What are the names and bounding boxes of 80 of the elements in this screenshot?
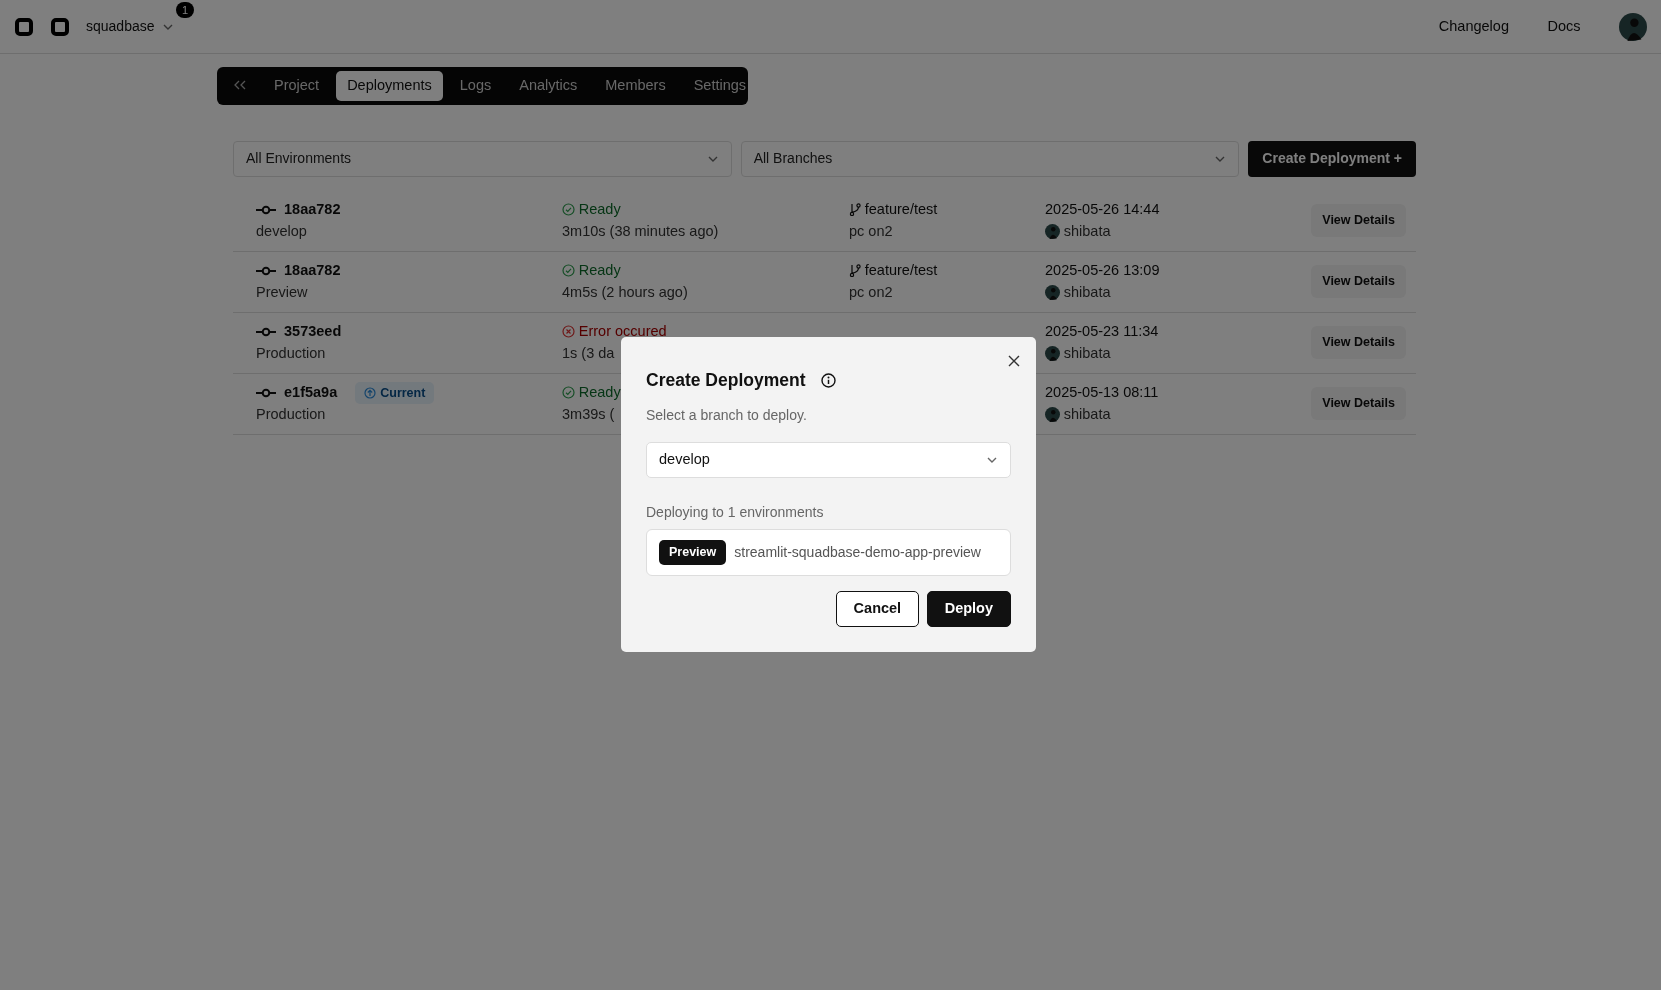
branch-select[interactable]: All Branches (740, 140, 1240, 177)
author-avatar (1045, 224, 1060, 240)
check-circle-icon (562, 386, 575, 400)
nav-link[interactable]: Docs (1547, 15, 1581, 38)
commit-hash: e1f5a9a (284, 383, 338, 402)
duration-text: 4m5s (2 hours ago) (562, 282, 688, 302)
commit-icon (256, 204, 276, 215)
app-name: streamlit-squadbase-demo-app-preview (734, 543, 981, 563)
duration-text: 3m39s ( (562, 404, 615, 424)
create-deployment-button[interactable]: Create Deployment + (1248, 140, 1416, 177)
targets-label: Deploying to 1 environments (646, 503, 825, 523)
author-avatar (1045, 346, 1060, 362)
author-name: shibata (1063, 282, 1111, 302)
branch-icon (849, 264, 861, 278)
deploy-button[interactable]: Deploy (926, 591, 1011, 628)
commit-icon (256, 326, 276, 337)
commit-message: pc on2 (849, 282, 894, 302)
branch-icon (849, 203, 861, 217)
chevron-down-icon (706, 154, 719, 163)
duration-text: 3m10s (38 minutes ago) (562, 221, 719, 241)
cancel-button[interactable]: Cancel (835, 591, 920, 628)
status-label: Ready (578, 383, 621, 402)
view-details-button[interactable]: View Details (1311, 326, 1406, 360)
current-badge: Current (355, 381, 435, 405)
environment-select[interactable]: All Environments (233, 140, 732, 177)
status-label: Error occured (578, 322, 667, 341)
modal-subtitle: Select a branch to deploy. (646, 406, 808, 426)
deployment-date: 2025-05-26 14:44 (1045, 200, 1161, 219)
info-icon (820, 372, 836, 388)
chevron-down-icon (1214, 154, 1227, 163)
chevron-down-icon[interactable] (162, 22, 174, 31)
status-label: Ready (578, 261, 621, 280)
author-name: shibata (1063, 404, 1111, 424)
author-avatar (1045, 407, 1060, 423)
logo-icon (50, 16, 70, 37)
environment-name: Preview (256, 282, 309, 302)
workspace-name[interactable]: squadbase (86, 16, 155, 37)
author-name: shibata (1063, 343, 1111, 363)
environment-name: Production (256, 343, 327, 363)
commit-hash: 18aa782 (284, 261, 341, 280)
environment-name: Production (256, 405, 327, 425)
environment-name: develop (256, 221, 308, 241)
commit-icon (256, 387, 276, 398)
check-circle-icon (562, 264, 575, 278)
tab[interactable]: Project (263, 71, 331, 101)
tab[interactable]: Settings (682, 71, 758, 101)
author-avatar (1045, 285, 1060, 301)
arrow-up-circle-icon (364, 386, 377, 399)
branch-name: feature/test (864, 261, 938, 280)
user-avatar (1619, 12, 1647, 41)
logo-icon[interactable] (14, 16, 34, 37)
branch-select[interactable]: develop (646, 442, 1011, 479)
deployment-date: 2025-05-23 11:34 (1045, 322, 1160, 341)
modal-title: Create Deployment (646, 369, 806, 392)
commit-hash: 18aa782 (284, 200, 341, 219)
duration-text: 1s (3 da (562, 343, 615, 363)
view-details-button[interactable]: View Details (1311, 204, 1406, 238)
check-circle-icon (562, 203, 575, 217)
deployment-date: 2025-05-13 08:11 (1045, 383, 1160, 402)
notification-count: 1 (175, 2, 194, 18)
commit-message: pc on2 (849, 221, 894, 241)
author-name: shibata (1063, 221, 1111, 241)
tab[interactable]: Members (594, 71, 677, 101)
view-details-button[interactable]: View Details (1311, 387, 1406, 421)
error-icon (562, 325, 575, 339)
close-button[interactable] (1006, 353, 1022, 369)
status-label: Ready (578, 200, 621, 219)
branch-name: feature/test (864, 200, 938, 219)
double-chevron-left-icon (234, 80, 246, 90)
commit-hash: 3573eed (284, 322, 342, 341)
tab[interactable]: Analytics (508, 71, 589, 101)
tab[interactable]: Logs (448, 71, 503, 101)
deployment-date: 2025-05-26 13:09 (1045, 261, 1161, 280)
chevron-down-icon (986, 456, 998, 465)
close-icon (1008, 355, 1020, 367)
tab[interactable]: Deployments (336, 71, 443, 101)
environment-badge: Preview (659, 540, 727, 566)
view-details-button[interactable]: View Details (1311, 265, 1406, 299)
commit-icon (256, 265, 276, 276)
nav-link[interactable]: Changelog (1438, 15, 1509, 38)
